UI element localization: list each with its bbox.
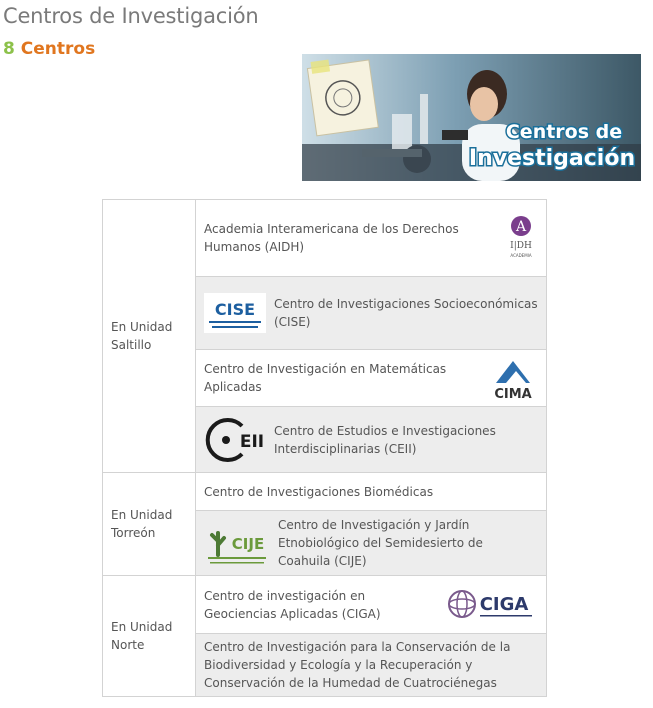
unit-norte: En Unidad Norte — [102, 575, 196, 697]
center-name: Centro de investigación en Geociencias A… — [204, 588, 381, 621]
center-name: Centro de Investigación en Matemáticas A… — [204, 362, 447, 394]
center-row-cuatrocienegas: Centro de Investigación para la Conserva… — [195, 633, 547, 697]
centers-count-label: Centros — [20, 39, 96, 59]
svg-text:EII: EII — [240, 432, 264, 452]
center-name: Academia Interamericana de los Derechos … — [204, 222, 459, 254]
center-row-cima: Centro de Investigación en Matemáticas A… — [195, 349, 547, 407]
banner-title-line2: Investigación — [469, 146, 635, 171]
svg-text:CIGA: CIGA — [480, 594, 529, 615]
unit-saltillo: En Unidad Saltillo — [102, 199, 196, 473]
center-name: Centro de Estudios e Investigaciones Int… — [274, 423, 496, 456]
ciga-logo-icon: CIGA — [446, 588, 538, 622]
svg-text:CIJE: CIJE — [232, 535, 264, 553]
center-row-ciga: Centro de investigación en Geociencias A… — [195, 575, 547, 634]
svg-text:A: A — [515, 219, 527, 235]
center-name: Centro de Investigación y Jardín Etnobio… — [278, 518, 483, 568]
cise-logo-icon: CISE — [204, 293, 266, 333]
center-row-ceii: EII Centro de Estudios e Investigaciones… — [195, 406, 547, 473]
cije-logo-icon: CIJE — [204, 519, 270, 567]
center-row-aidh: Academia Interamericana de los Derechos … — [195, 199, 547, 277]
page-title: Centros de Investigación — [3, 4, 259, 28]
svg-text:ACADEMIA: ACADEMIA — [510, 253, 531, 258]
center-row-cise: CISE Centro de Investigaciones Socioecon… — [195, 276, 547, 350]
banner-title-line1: Centros de — [506, 121, 622, 143]
center-row-cije: CIJE Centro de Investigación y Jardín Et… — [195, 510, 547, 576]
aidh-logo-icon: A I|DH ACADEMIA — [504, 214, 538, 262]
cima-logo-icon: CIMA — [488, 355, 538, 401]
svg-text:CISE: CISE — [215, 300, 255, 319]
center-row-biomedicas: Centro de Investigaciones Biomédicas — [195, 472, 547, 511]
center-name: Centro de Investigaciones Socioeconómica… — [274, 297, 538, 329]
unit-torreon: En Unidad Torreón — [102, 472, 196, 576]
banner-image: Centros de Investigación — [302, 54, 641, 181]
svg-text:CIMA: CIMA — [494, 387, 531, 401]
center-name: Centro de Investigación para la Conserva… — [204, 640, 511, 690]
ceii-logo-icon: EII — [204, 416, 266, 464]
svg-text:I|DH: I|DH — [510, 241, 532, 251]
center-name: Centro de Investigaciones Biomédicas — [204, 484, 434, 499]
centers-count: 8 Centros — [3, 39, 95, 59]
centers-count-number: 8 — [3, 39, 15, 59]
centers-table: En Unidad Saltillo Academia Interamerica… — [102, 199, 547, 697]
